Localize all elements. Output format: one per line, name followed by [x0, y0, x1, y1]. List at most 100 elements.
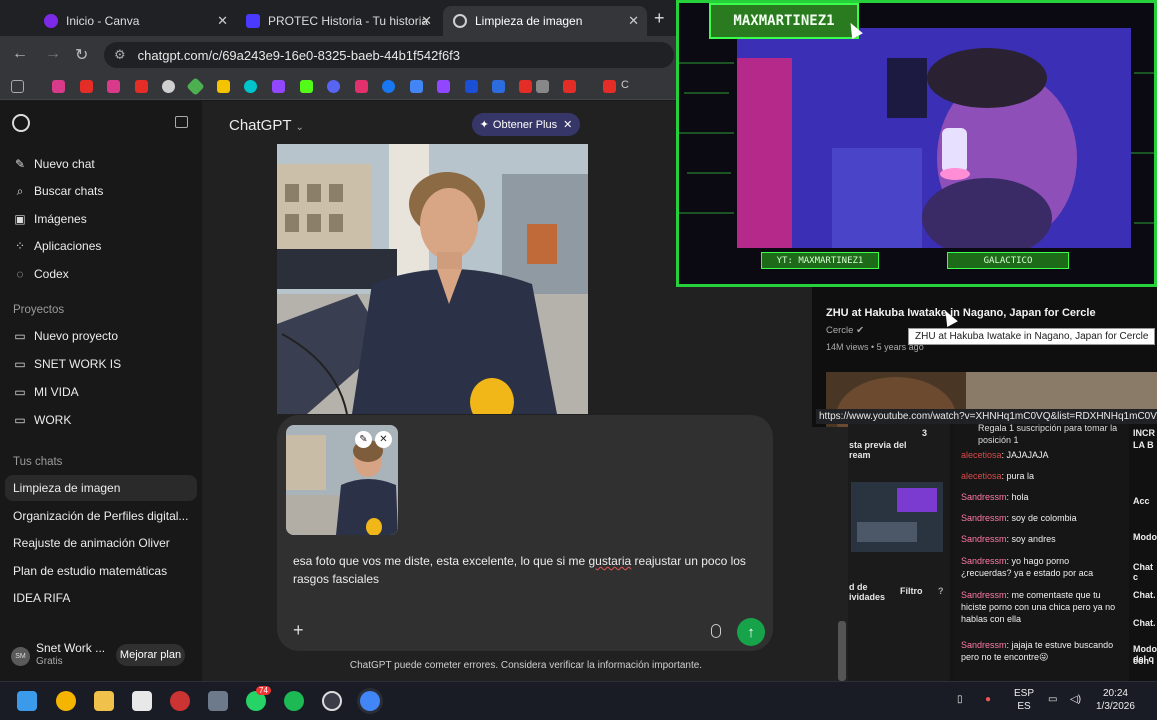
calculator-icon[interactable] — [208, 691, 228, 711]
forward-arrow-icon[interactable]: → — [45, 45, 61, 63]
app-icon[interactable] — [132, 691, 152, 711]
bookmark-icon[interactable] — [107, 80, 120, 93]
bookmark-icon[interactable] — [465, 80, 478, 93]
youtube-icon[interactable] — [80, 80, 93, 93]
file-explorer-icon[interactable] — [94, 691, 114, 711]
tab-protec[interactable]: PROTEC Historia - Tu historia ✕ — [236, 6, 440, 36]
video-title[interactable]: ZHU at Hakuba Iwatake in Nagano, Japan f… — [826, 307, 1096, 319]
get-plus-button[interactable]: ✦ Obtener Plus ✕ — [472, 113, 580, 136]
filter-label[interactable]: Filtro — [900, 586, 923, 596]
twitch-icon[interactable] — [437, 80, 450, 93]
generated-image[interactable] — [277, 144, 588, 414]
kick-icon[interactable] — [300, 80, 313, 93]
bookmark-icon[interactable] — [52, 80, 65, 93]
sidebar-item-apps[interactable]: ⁘ Aplicaciones — [0, 233, 200, 259]
network-icon[interactable]: ▭ — [1048, 693, 1057, 706]
sidebar-item-codex[interactable]: ◌ Codex — [0, 261, 200, 287]
obs-label: d de — [849, 582, 868, 592]
bookmark-icon[interactable] — [217, 80, 230, 93]
sidebar-item-project[interactable]: ▭ SNET WORK IS — [0, 351, 200, 377]
new-tab-icon[interactable]: + — [654, 8, 665, 29]
spotify-icon[interactable] — [284, 691, 304, 711]
chevron-down-icon: ⌄ — [295, 122, 304, 133]
discord-icon[interactable] — [327, 80, 340, 93]
youtube-icon[interactable] — [603, 80, 616, 93]
close-icon[interactable]: ✕ — [217, 13, 228, 29]
app-icon[interactable] — [170, 691, 190, 711]
chrome-icon[interactable] — [56, 691, 76, 711]
sidebar-item-project[interactable]: ▭ MI VIDA — [0, 379, 200, 405]
collapse-sidebar-icon[interactable] — [175, 116, 188, 128]
attached-image-thumbnail[interactable]: ✎ ✕ — [286, 425, 398, 535]
url-bar[interactable]: ⚙ chatgpt.com/c/69a243e9-16e0-8325-baeb-… — [104, 42, 674, 68]
user-account-row[interactable]: SM Snet Work ... Gratis Mejorar plan — [0, 637, 202, 681]
chat-text: hola — [1011, 492, 1029, 502]
sidebar-item-project[interactable]: ▭ WORK — [0, 407, 200, 433]
scrollbar[interactable] — [838, 621, 846, 681]
microphone-icon[interactable]: ● — [985, 693, 991, 706]
youtube-icon[interactable] — [563, 80, 576, 93]
upgrade-plan-button[interactable]: Mejorar plan — [116, 644, 185, 666]
canva-icon[interactable] — [244, 80, 257, 93]
add-attachment-icon[interactable]: + — [293, 620, 304, 641]
site-settings-icon[interactable]: ⚙ — [114, 47, 126, 63]
browser-tab-strip: Inicio - Canva ✕ PROTEC Historia - Tu hi… — [0, 0, 680, 36]
facebook-icon[interactable] — [382, 80, 395, 93]
tab-limpieza[interactable]: Limpieza de imagen ✕ — [443, 6, 647, 36]
chatgpt-icon[interactable] — [162, 80, 175, 93]
reload-icon[interactable]: ↻ — [75, 45, 88, 65]
bookmark-label[interactable]: C — [621, 79, 629, 91]
battery-icon[interactable]: ▯ — [957, 693, 963, 706]
sidebar-item-label: Aplicaciones — [34, 239, 102, 253]
windows-start-icon[interactable] — [17, 691, 37, 711]
close-icon[interactable]: ✕ — [563, 118, 572, 131]
chatgpt-icon — [453, 14, 467, 28]
bookmark-icon[interactable] — [536, 80, 549, 93]
tab-canva[interactable]: Inicio - Canva ✕ — [34, 6, 236, 36]
chat-text: soy andres — [1011, 534, 1056, 544]
composer-text[interactable]: esa foto que vos me diste, esta excelent… — [293, 552, 763, 588]
language-indicator[interactable]: ESP ES — [1014, 687, 1034, 713]
channel-name[interactable]: Cercle ✔ — [826, 325, 864, 336]
chat-item[interactable]: IDEA RIFA — [5, 585, 197, 611]
remove-image-icon[interactable]: ✕ — [375, 431, 392, 448]
clock[interactable]: 20:24 1/3/2026 — [1096, 687, 1135, 713]
obs-icon[interactable] — [322, 691, 342, 711]
volume-icon[interactable]: ◁) — [1070, 693, 1081, 706]
youtube-icon[interactable] — [135, 80, 148, 93]
message-composer[interactable]: ✎ ✕ esa foto que vos me diste, esta exce… — [277, 415, 773, 651]
obs-label: ream — [849, 450, 871, 460]
disclaimer: ChatGPT puede cometer errores. Considera… — [349, 660, 703, 671]
portrait-photo — [277, 144, 588, 414]
twitch-icon[interactable] — [272, 80, 285, 93]
model-selector[interactable]: ChatGPT ⌄ — [229, 117, 304, 134]
chat-user: Sandressm — [961, 534, 1007, 544]
edit-image-icon[interactable]: ✎ — [355, 431, 372, 448]
bookmark-icon[interactable] — [492, 80, 505, 93]
close-icon[interactable]: ✕ — [421, 13, 432, 29]
bookmark-icon[interactable] — [186, 77, 205, 96]
apps-grid-icon[interactable] — [11, 80, 24, 93]
instagram-icon[interactable] — [355, 80, 368, 93]
sidebar-item-search[interactable]: ⌕ Buscar chats — [0, 178, 200, 204]
sidebar-item-new-project[interactable]: ▭ Nuevo proyecto — [0, 323, 200, 349]
openai-logo-icon[interactable] — [12, 114, 30, 132]
chat-item-selected[interactable]: Limpieza de imagen — [5, 475, 197, 501]
docs-icon[interactable] — [410, 80, 423, 93]
sidebar-item-images[interactable]: ▣ Imágenes — [0, 206, 200, 232]
chrome-icon[interactable] — [360, 691, 380, 711]
avatar[interactable]: SM — [11, 647, 30, 666]
model-name: ChatGPT — [229, 117, 292, 134]
microphone-icon[interactable] — [711, 624, 721, 638]
chat-item[interactable]: Plan de estudio matemáticas — [5, 558, 197, 584]
help-icon[interactable]: ? — [938, 586, 944, 596]
sidebar-item-new-chat[interactable]: ✎ Nuevo chat — [0, 151, 200, 177]
channel-label: Cercle — [826, 325, 854, 336]
youtube-icon[interactable] — [519, 80, 532, 93]
close-icon[interactable]: ✕ — [628, 13, 639, 29]
back-arrow-icon[interactable]: ← — [12, 45, 28, 63]
send-button[interactable]: ↑ — [737, 618, 765, 646]
chat-item[interactable]: Reajuste de animación Oliver — [5, 530, 197, 556]
chat-item[interactable]: Organización de Perfiles digital... — [5, 503, 197, 529]
chat-user: alecetiosa — [961, 471, 1002, 481]
